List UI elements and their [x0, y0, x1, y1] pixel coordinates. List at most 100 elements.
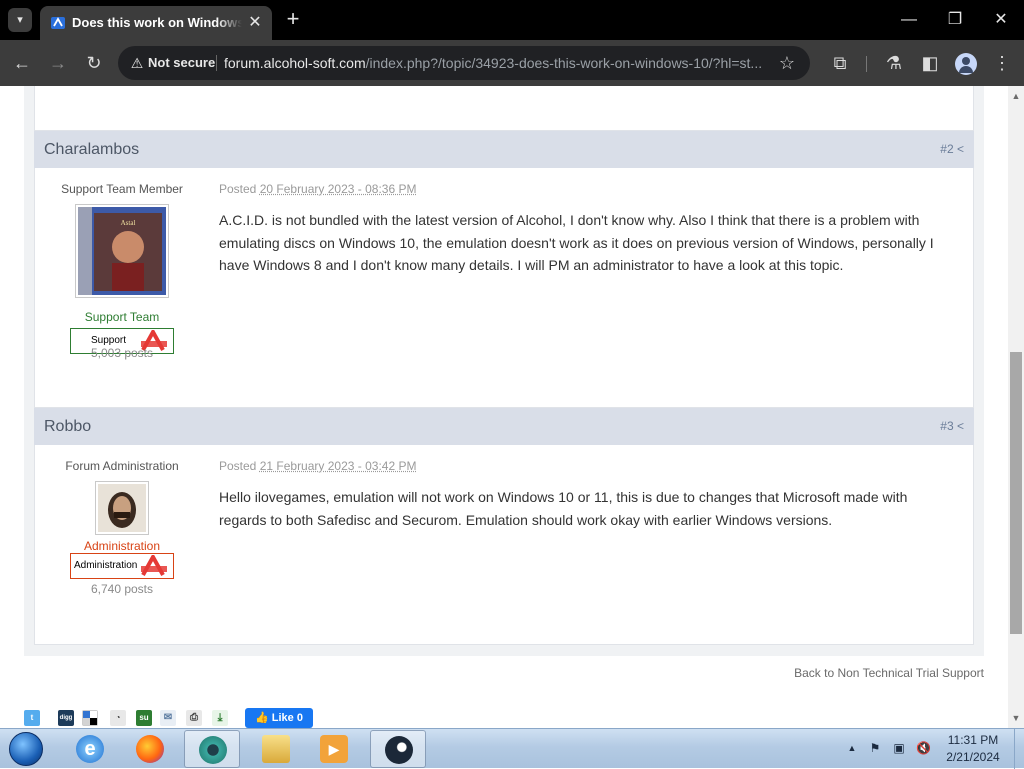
folder-icon	[262, 735, 290, 763]
posted-prefix: Posted	[219, 182, 257, 196]
warning-icon: ⚠	[130, 55, 144, 71]
network-icon[interactable]: ▣	[892, 741, 906, 755]
reload-icon[interactable]: ↻	[82, 51, 106, 75]
alcohol-favicon-icon	[51, 17, 65, 29]
taskbar-app-internet-explorer[interactable]: e	[62, 730, 118, 768]
rank-label: Support	[91, 335, 127, 346]
delicious-icon[interactable]	[82, 710, 98, 726]
print-icon[interactable]: ⎙	[186, 710, 202, 726]
svg-text:Astal: Astal	[121, 219, 136, 227]
scroll-up-arrow-icon[interactable]: ▲	[1008, 88, 1024, 104]
address-bar[interactable]: ⚠ Not secure forum.alcohol-soft.com/inde…	[118, 46, 810, 80]
labs-flask-icon[interactable]: ⚗	[882, 51, 906, 75]
bookmark-star-icon[interactable]: ☆	[776, 52, 798, 74]
volume-muted-icon[interactable]: 🔇	[916, 741, 931, 755]
posted-date[interactable]: 21 February 2023 - 03:42 PM	[260, 459, 417, 473]
posted-meta: Posted 21 February 2023 - 03:42 PM	[219, 459, 416, 473]
clock-time: 11:31 PM	[947, 733, 999, 747]
post-content: Hello ilovegames, emulation will not wor…	[219, 489, 908, 528]
avatar-image	[98, 484, 146, 532]
post-number-label: #3	[940, 419, 954, 433]
taskbar-app-firefox[interactable]	[122, 730, 178, 768]
reddit-icon[interactable]: ◔	[110, 710, 126, 726]
member-title: Forum Administration	[65, 459, 179, 473]
share-icon: <	[956, 142, 964, 156]
side-panel-icon[interactable]: ◧	[918, 51, 942, 75]
post-body: Forum Administration Administration Admi…	[34, 445, 974, 645]
show-desktop-button[interactable]	[1014, 729, 1024, 769]
scroll-down-arrow-icon[interactable]: ▼	[1008, 710, 1024, 726]
download-icon[interactable]: ⤓	[212, 710, 228, 726]
taskbar-app-steam[interactable]	[370, 730, 426, 768]
facebook-like-button[interactable]: 👍 Like 0	[245, 708, 313, 728]
windows-logo-icon	[9, 732, 43, 766]
taskbar-app-explorer[interactable]	[248, 730, 304, 768]
system-clock[interactable]: 11:31 PM 2/21/2024	[936, 732, 1010, 766]
posted-date[interactable]: 20 February 2023 - 08:36 PM	[260, 182, 417, 196]
windows-taskbar: e ▶ ▲ ⚑ ▣ 🔇 11:31 PM 2/21/2024	[0, 728, 1024, 769]
member-title: Support Team Member	[61, 182, 183, 196]
avatar-image: Astal	[78, 207, 166, 295]
previous-post-body	[34, 86, 974, 131]
post-header: Charalambos #2 <	[34, 131, 974, 168]
browser-tab-strip: ▾ Does this work on Windows 10 ✕ + — ❐ ✕	[0, 0, 1024, 40]
not-secure-label[interactable]: Not secure	[148, 46, 215, 80]
posted-prefix: Posted	[219, 459, 257, 473]
steam-icon	[385, 736, 413, 764]
minimize-button[interactable]: —	[894, 6, 924, 34]
avatar[interactable]: Astal	[75, 204, 169, 298]
clock-date: 2/21/2024	[946, 750, 1000, 764]
digg-icon[interactable]: digg	[58, 710, 74, 726]
post-author-name[interactable]: Charalambos	[44, 131, 139, 168]
group-name[interactable]: Administration	[35, 539, 209, 553]
group-label: Support Team	[84, 310, 160, 324]
browser-tab[interactable]: Does this work on Windows 10 ✕	[40, 6, 272, 40]
menu-kebab-icon[interactable]: ⋮	[990, 51, 1014, 75]
firefox-icon	[136, 735, 164, 763]
action-center-flag-icon[interactable]: ⚑	[868, 741, 882, 755]
post-body: Support Team Member Astal Support Team S…	[34, 168, 974, 408]
post-count: 5,003 posts	[90, 346, 154, 360]
page-scrollbar[interactable]: ▲ ▼	[1008, 86, 1024, 728]
forward-arrow-icon[interactable]: →	[46, 51, 70, 75]
internet-explorer-icon: e	[76, 735, 104, 763]
post-content: A.C.I.D. is not bundled with the latest …	[219, 212, 934, 273]
restore-button[interactable]: ❐	[940, 6, 970, 34]
posted-meta: Posted 20 February 2023 - 08:36 PM	[219, 182, 416, 196]
browser-toolbar: ← → ↻ ⚠ Not secure forum.alcohol-soft.co…	[0, 40, 1024, 86]
avatar[interactable]	[95, 481, 149, 535]
post-header: Robbo #3 <	[34, 408, 974, 445]
rank-label: Administration	[74, 560, 138, 571]
share-icon: <	[956, 419, 964, 433]
toolbar-divider	[866, 56, 867, 72]
twitter-icon[interactable]: t	[24, 710, 40, 726]
url-host: forum.alcohol-soft.com	[224, 55, 366, 71]
taskbar-app-chrome[interactable]	[184, 730, 240, 768]
media-player-icon: ▶	[320, 735, 348, 763]
back-arrow-icon[interactable]: ←	[10, 51, 34, 75]
profile-avatar-icon[interactable]	[955, 53, 977, 75]
taskbar-app-media-player[interactable]: ▶	[306, 730, 362, 768]
email-icon[interactable]: ✉	[160, 710, 176, 726]
back-to-forum-link[interactable]: Back to Non Technical Trial Support	[794, 666, 984, 680]
post-author-name[interactable]: Robbo	[44, 408, 91, 445]
group-name[interactable]: Support Team	[35, 310, 209, 324]
scrollbar-thumb[interactable]	[1010, 352, 1022, 634]
digg-label: digg	[59, 715, 73, 721]
extensions-icon[interactable]: ⧉	[828, 51, 852, 75]
alcohol-logo-icon	[141, 555, 167, 576]
post-number[interactable]: #2 <	[940, 131, 964, 168]
url-path: /index.php?/topic/34923-does-this-work-o…	[365, 55, 763, 71]
stumbleupon-icon[interactable]: su	[136, 710, 152, 726]
url-text[interactable]: forum.alcohol-soft.com/index.php?/topic/…	[224, 46, 774, 80]
post-count: 6,740 posts	[90, 582, 154, 596]
post-number[interactable]: #3 <	[940, 408, 964, 445]
start-button[interactable]	[4, 730, 48, 768]
fb-like-label: Like 0	[271, 712, 303, 724]
close-window-button[interactable]: ✕	[986, 6, 1016, 34]
tab-close-icon[interactable]: ✕	[246, 14, 264, 32]
tray-expand-icon[interactable]: ▲	[845, 741, 859, 755]
omnibox-divider	[216, 55, 217, 71]
new-tab-button[interactable]: +	[282, 8, 304, 30]
tab-search-button[interactable]: ▾	[8, 8, 32, 32]
